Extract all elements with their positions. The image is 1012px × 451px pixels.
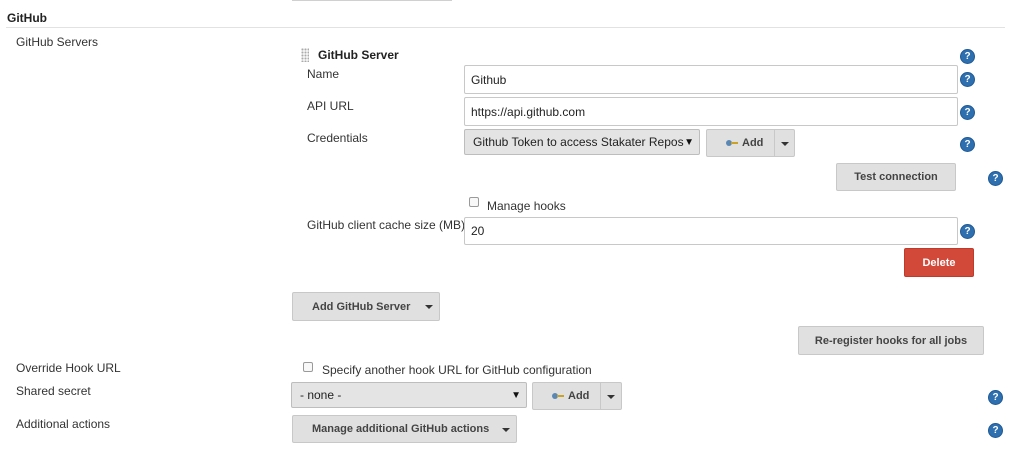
shared-secret-add-button[interactable]: Add [532, 382, 622, 410]
help-icon[interactable]: ? [960, 105, 975, 120]
override-hook-checkbox-label: Specify another hook URL for GitHub conf… [322, 363, 592, 377]
manage-additional-actions-button[interactable]: Manage additional GitHub actions [292, 415, 517, 443]
chevron-down-icon [425, 305, 433, 309]
key-icon [552, 393, 564, 399]
help-icon[interactable]: ? [960, 72, 975, 87]
api-url-label: API URL [307, 99, 354, 113]
override-hook-checkbox[interactable] [303, 362, 313, 372]
section-title: GitHub [7, 11, 47, 25]
shared-secret-add-label: Add [568, 390, 590, 402]
github-servers-label: GitHub Servers [16, 35, 99, 49]
button-separator [600, 383, 601, 409]
key-icon [726, 140, 738, 146]
test-connection-button[interactable]: Test connection [836, 163, 956, 191]
help-icon[interactable]: ? [988, 423, 1003, 438]
shared-secret-label: Shared secret [16, 384, 91, 398]
cache-size-input[interactable] [464, 217, 958, 245]
shared-secret-selected-value: - none - [300, 388, 342, 402]
chevron-down-icon [502, 428, 510, 432]
dropdown-arrow-icon: ▼ [511, 390, 521, 401]
override-hook-url-label: Override Hook URL [16, 361, 121, 375]
help-icon[interactable]: ? [960, 137, 975, 152]
cache-size-label: GitHub client cache size (MB) [307, 218, 466, 232]
delete-server-button[interactable]: Delete [904, 248, 974, 277]
credentials-label: Credentials [307, 131, 368, 145]
name-input[interactable] [464, 65, 958, 94]
manage-hooks-label: Manage hooks [487, 199, 566, 213]
manage-additional-actions-label: Manage additional GitHub actions [312, 423, 490, 435]
help-icon[interactable]: ? [988, 390, 1003, 405]
credentials-add-button[interactable]: Add [706, 129, 795, 157]
help-icon[interactable]: ? [960, 224, 975, 239]
credentials-add-label: Add [742, 137, 764, 149]
section-divider [6, 27, 1005, 28]
github-server-title: GitHub Server [318, 48, 399, 62]
top-border-stub [292, 0, 452, 1]
help-icon[interactable]: ? [960, 49, 975, 64]
chevron-down-icon [781, 142, 789, 146]
help-icon[interactable]: ? [988, 171, 1003, 186]
api-url-input[interactable] [464, 97, 958, 126]
chevron-down-icon [607, 395, 615, 399]
credentials-select[interactable]: Github Token to access Stakater Repos ▼ [464, 129, 700, 155]
manage-hooks-checkbox[interactable] [469, 197, 479, 207]
button-separator [774, 130, 775, 156]
additional-actions-label: Additional actions [16, 417, 111, 431]
reregister-hooks-button[interactable]: Re-register hooks for all jobs [798, 326, 984, 355]
credentials-selected-value: Github Token to access Stakater Repos [473, 135, 684, 149]
shared-secret-select[interactable]: - none - ▼ [291, 382, 527, 408]
name-label: Name [307, 67, 340, 81]
dropdown-arrow-icon: ▼ [684, 137, 694, 148]
drag-handle-icon[interactable] [301, 48, 309, 62]
add-github-server-label: Add GitHub Server [312, 300, 411, 313]
add-github-server-button[interactable]: Add GitHub Server [292, 292, 440, 321]
